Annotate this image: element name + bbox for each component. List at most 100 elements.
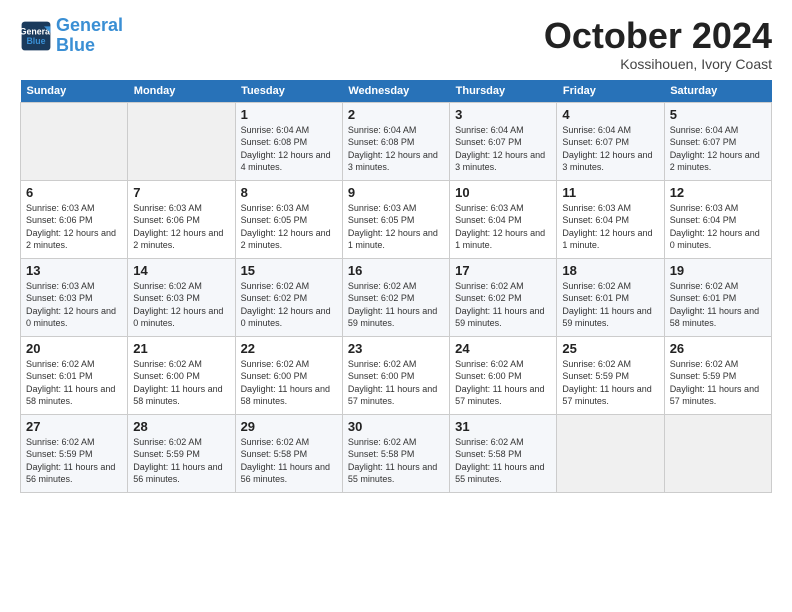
- logo-line1: General: [56, 15, 123, 35]
- day-number: 4: [562, 107, 658, 122]
- week-row-2: 6 Sunrise: 6:03 AM Sunset: 6:06 PM Daylig…: [21, 180, 772, 258]
- day-number: 18: [562, 263, 658, 278]
- header-sunday: Sunday: [21, 80, 128, 103]
- calendar-cell: 25Sunrise: 6:02 AM Sunset: 5:59 PM Dayli…: [557, 336, 664, 414]
- day-info: Sunrise: 6:03 AM Sunset: 6:04 PM Dayligh…: [670, 202, 766, 252]
- calendar-cell: 2Sunrise: 6:04 AM Sunset: 6:08 PM Daylig…: [342, 102, 449, 180]
- calendar-cell: 4Sunrise: 6:04 AM Sunset: 6:07 PM Daylig…: [557, 102, 664, 180]
- calendar-cell: 11 Sunrise: 6:03 AM Sunset: 6:04 PM Dayli…: [557, 180, 664, 258]
- day-info: Sunrise: 6:02 AM Sunset: 5:59 PM Dayligh…: [133, 436, 229, 486]
- day-info: Sunrise: 6:03 AM Sunset: 6:04 PM Dayligh…: [562, 202, 658, 252]
- calendar-cell: 13Sunrise: 6:03 AM Sunset: 6:03 PM Dayli…: [21, 258, 128, 336]
- header-saturday: Saturday: [664, 80, 771, 103]
- day-number: 28: [133, 419, 229, 434]
- day-info: Sunrise: 6:02 AM Sunset: 6:00 PM Dayligh…: [241, 358, 337, 408]
- day-number: 23: [348, 341, 444, 356]
- calendar-cell: 10 Sunrise: 6:03 AM Sunset: 6:04 PM Dayli…: [450, 180, 557, 258]
- day-number: 26: [670, 341, 766, 356]
- calendar-cell: 28 Sunrise: 6:02 AM Sunset: 5:59 PM Dayli…: [128, 414, 235, 492]
- day-number: 13: [26, 263, 122, 278]
- calendar-cell: 29 Sunrise: 6:02 AM Sunset: 5:58 PM Dayli…: [235, 414, 342, 492]
- day-number: 3: [455, 107, 551, 122]
- day-number: 12: [670, 185, 766, 200]
- day-number: 6: [26, 185, 122, 200]
- day-number: 31: [455, 419, 551, 434]
- calendar-cell: 24 Sunrise: 6:02 AM Sunset: 6:00 PM Dayli…: [450, 336, 557, 414]
- day-number: 21: [133, 341, 229, 356]
- day-number: 8: [241, 185, 337, 200]
- header-row: Sunday Monday Tuesday Wednesday Thursday…: [21, 80, 772, 103]
- calendar-cell: 7 Sunrise: 6:03 AM Sunset: 6:06 PM Daylig…: [128, 180, 235, 258]
- day-number: 11: [562, 185, 658, 200]
- day-info: Sunrise: 6:02 AM Sunset: 5:58 PM Dayligh…: [348, 436, 444, 486]
- calendar-cell: 21 Sunrise: 6:02 AM Sunset: 6:00 PM Dayli…: [128, 336, 235, 414]
- calendar-cell: 5Sunrise: 6:04 AM Sunset: 6:07 PM Daylig…: [664, 102, 771, 180]
- day-info: Sunrise: 6:02 AM Sunset: 6:00 PM Dayligh…: [348, 358, 444, 408]
- day-info: Sunrise: 6:02 AM Sunset: 6:02 PM Dayligh…: [455, 280, 551, 330]
- day-number: 20: [26, 341, 122, 356]
- day-info: Sunrise: 6:02 AM Sunset: 6:00 PM Dayligh…: [133, 358, 229, 408]
- day-number: 29: [241, 419, 337, 434]
- week-row-5: 27Sunrise: 6:02 AM Sunset: 5:59 PM Dayli…: [21, 414, 772, 492]
- day-info: Sunrise: 6:02 AM Sunset: 6:00 PM Dayligh…: [455, 358, 551, 408]
- day-number: 25: [562, 341, 658, 356]
- day-number: 10: [455, 185, 551, 200]
- calendar-cell: [21, 102, 128, 180]
- day-number: 14: [133, 263, 229, 278]
- day-info: Sunrise: 6:03 AM Sunset: 6:06 PM Dayligh…: [133, 202, 229, 252]
- logo-icon: General Blue: [20, 20, 52, 52]
- calendar-cell: [557, 414, 664, 492]
- day-info: Sunrise: 6:02 AM Sunset: 5:58 PM Dayligh…: [455, 436, 551, 486]
- day-number: 19: [670, 263, 766, 278]
- day-number: 16: [348, 263, 444, 278]
- calendar-cell: [128, 102, 235, 180]
- header-tuesday: Tuesday: [235, 80, 342, 103]
- calendar-cell: [664, 414, 771, 492]
- day-info: Sunrise: 6:02 AM Sunset: 5:59 PM Dayligh…: [26, 436, 122, 486]
- calendar-cell: 20 Sunrise: 6:02 AM Sunset: 6:01 PM Dayli…: [21, 336, 128, 414]
- location-subtitle: Kossihouen, Ivory Coast: [544, 56, 772, 72]
- week-row-1: 1 Sunrise: 6:04 AM Sunset: 6:08 PM Daylig…: [21, 102, 772, 180]
- calendar-cell: 19 Sunrise: 6:02 AM Sunset: 6:01 PM Dayli…: [664, 258, 771, 336]
- day-info: Sunrise: 6:02 AM Sunset: 6:01 PM Dayligh…: [562, 280, 658, 330]
- day-info: Sunrise: 6:03 AM Sunset: 6:04 PM Dayligh…: [455, 202, 551, 252]
- day-number: 15: [241, 263, 337, 278]
- header-wednesday: Wednesday: [342, 80, 449, 103]
- week-row-3: 13Sunrise: 6:03 AM Sunset: 6:03 PM Dayli…: [21, 258, 772, 336]
- day-number: 9: [348, 185, 444, 200]
- header: General Blue General Blue October 2024 K…: [20, 16, 772, 72]
- calendar-cell: 17Sunrise: 6:02 AM Sunset: 6:02 PM Dayli…: [450, 258, 557, 336]
- day-info: Sunrise: 6:02 AM Sunset: 6:02 PM Dayligh…: [241, 280, 337, 330]
- header-thursday: Thursday: [450, 80, 557, 103]
- day-info: Sunrise: 6:03 AM Sunset: 6:05 PM Dayligh…: [241, 202, 337, 252]
- calendar-table: Sunday Monday Tuesday Wednesday Thursday…: [20, 80, 772, 493]
- day-number: 2: [348, 107, 444, 122]
- title-block: October 2024 Kossihouen, Ivory Coast: [544, 16, 772, 72]
- calendar-cell: 8 Sunrise: 6:03 AM Sunset: 6:05 PM Daylig…: [235, 180, 342, 258]
- calendar-cell: 27Sunrise: 6:02 AM Sunset: 5:59 PM Dayli…: [21, 414, 128, 492]
- header-friday: Friday: [557, 80, 664, 103]
- day-info: Sunrise: 6:04 AM Sunset: 6:08 PM Dayligh…: [241, 124, 337, 174]
- day-info: Sunrise: 6:04 AM Sunset: 6:07 PM Dayligh…: [670, 124, 766, 174]
- day-info: Sunrise: 6:02 AM Sunset: 6:03 PM Dayligh…: [133, 280, 229, 330]
- day-number: 7: [133, 185, 229, 200]
- calendar-cell: 31 Sunrise: 6:02 AM Sunset: 5:58 PM Dayli…: [450, 414, 557, 492]
- svg-text:Blue: Blue: [26, 36, 45, 46]
- calendar-cell: 9Sunrise: 6:03 AM Sunset: 6:05 PM Daylig…: [342, 180, 449, 258]
- day-number: 22: [241, 341, 337, 356]
- logo-line2: Blue: [56, 35, 95, 55]
- day-info: Sunrise: 6:02 AM Sunset: 6:01 PM Dayligh…: [670, 280, 766, 330]
- day-info: Sunrise: 6:02 AM Sunset: 6:01 PM Dayligh…: [26, 358, 122, 408]
- logo-text: General Blue: [56, 16, 123, 56]
- day-number: 24: [455, 341, 551, 356]
- calendar-body: 1 Sunrise: 6:04 AM Sunset: 6:08 PM Daylig…: [21, 102, 772, 492]
- day-info: Sunrise: 6:02 AM Sunset: 5:58 PM Dayligh…: [241, 436, 337, 486]
- calendar-header: Sunday Monday Tuesday Wednesday Thursday…: [21, 80, 772, 103]
- month-title: October 2024: [544, 16, 772, 56]
- week-row-4: 20 Sunrise: 6:02 AM Sunset: 6:01 PM Dayli…: [21, 336, 772, 414]
- day-number: 1: [241, 107, 337, 122]
- calendar-cell: 18 Sunrise: 6:02 AM Sunset: 6:01 PM Dayli…: [557, 258, 664, 336]
- day-info: Sunrise: 6:02 AM Sunset: 6:02 PM Dayligh…: [348, 280, 444, 330]
- calendar-cell: 12 Sunrise: 6:03 AM Sunset: 6:04 PM Dayli…: [664, 180, 771, 258]
- logo: General Blue General Blue: [20, 16, 123, 56]
